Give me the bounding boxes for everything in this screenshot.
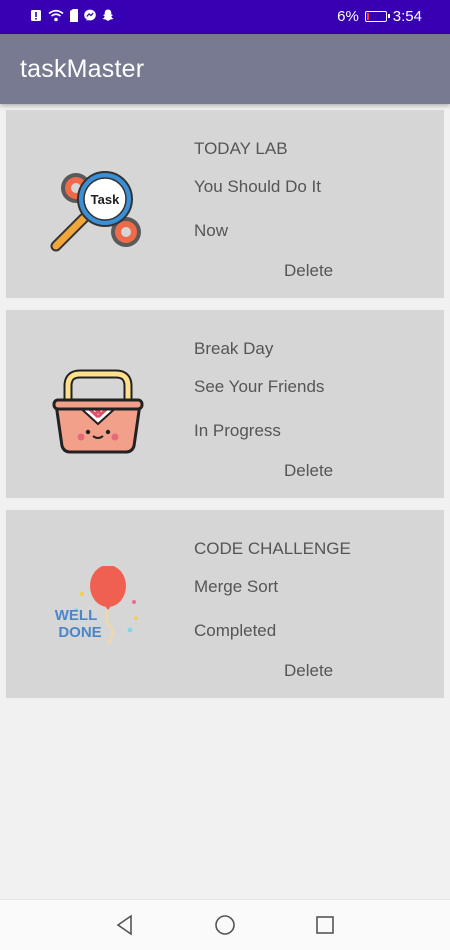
alert-icon bbox=[31, 10, 41, 21]
well-done-logo-text-bottom: DONE bbox=[58, 624, 101, 641]
task-title: TODAY LAB bbox=[194, 139, 288, 158]
task-status: Completed bbox=[194, 621, 277, 640]
status-bar: 6% 3:54 bbox=[0, 0, 450, 34]
delete-button[interactable]: Delete bbox=[284, 661, 333, 681]
app-bar: taskMaster bbox=[0, 34, 450, 104]
delete-button[interactable]: Delete bbox=[284, 461, 333, 481]
svg-text:Task: Task bbox=[91, 192, 120, 207]
status-right: 6% 3:54 bbox=[337, 8, 422, 25]
back-icon[interactable] bbox=[114, 914, 136, 936]
navigation-bar bbox=[0, 899, 450, 950]
wifi-icon bbox=[48, 9, 64, 22]
task-status: Now bbox=[194, 221, 229, 240]
recents-icon[interactable] bbox=[314, 914, 336, 936]
sim-icon bbox=[70, 9, 78, 22]
status-icons bbox=[30, 9, 114, 22]
well-done-balloon-icon: WELL DONE bbox=[55, 566, 138, 645]
delete-button[interactable]: Delete bbox=[284, 261, 333, 281]
battery-icon bbox=[364, 11, 390, 22]
messenger-icon bbox=[84, 9, 96, 21]
task-title: Break Day bbox=[194, 339, 274, 358]
clock: 3:54 bbox=[392, 8, 422, 25]
task-title: CODE CHALLENGE bbox=[194, 539, 351, 558]
well-done-logo-text-top: WELL bbox=[55, 607, 98, 624]
task-card[interactable]: Break Day See Your Friends In Progress D… bbox=[6, 310, 444, 498]
task-description: You Should Do It bbox=[194, 177, 321, 196]
task-gears-magnifier-icon: Task bbox=[50, 171, 141, 252]
task-card[interactable]: WELL DONE CODE CHALLENGE Merge Sort Comp… bbox=[6, 510, 444, 698]
task-description: Merge Sort bbox=[194, 577, 279, 596]
battery-percent: 6% bbox=[337, 8, 359, 25]
app-title: taskMaster bbox=[20, 55, 145, 83]
task-card[interactable]: Task TODAY LAB You Should Do It Now Dele… bbox=[6, 110, 444, 298]
picnic-basket-icon bbox=[52, 369, 144, 454]
snapchat-icon bbox=[102, 9, 114, 21]
home-icon[interactable] bbox=[214, 914, 236, 936]
battery-level bbox=[366, 13, 369, 20]
task-status: In Progress bbox=[194, 421, 281, 440]
task-description: See Your Friends bbox=[194, 377, 325, 396]
